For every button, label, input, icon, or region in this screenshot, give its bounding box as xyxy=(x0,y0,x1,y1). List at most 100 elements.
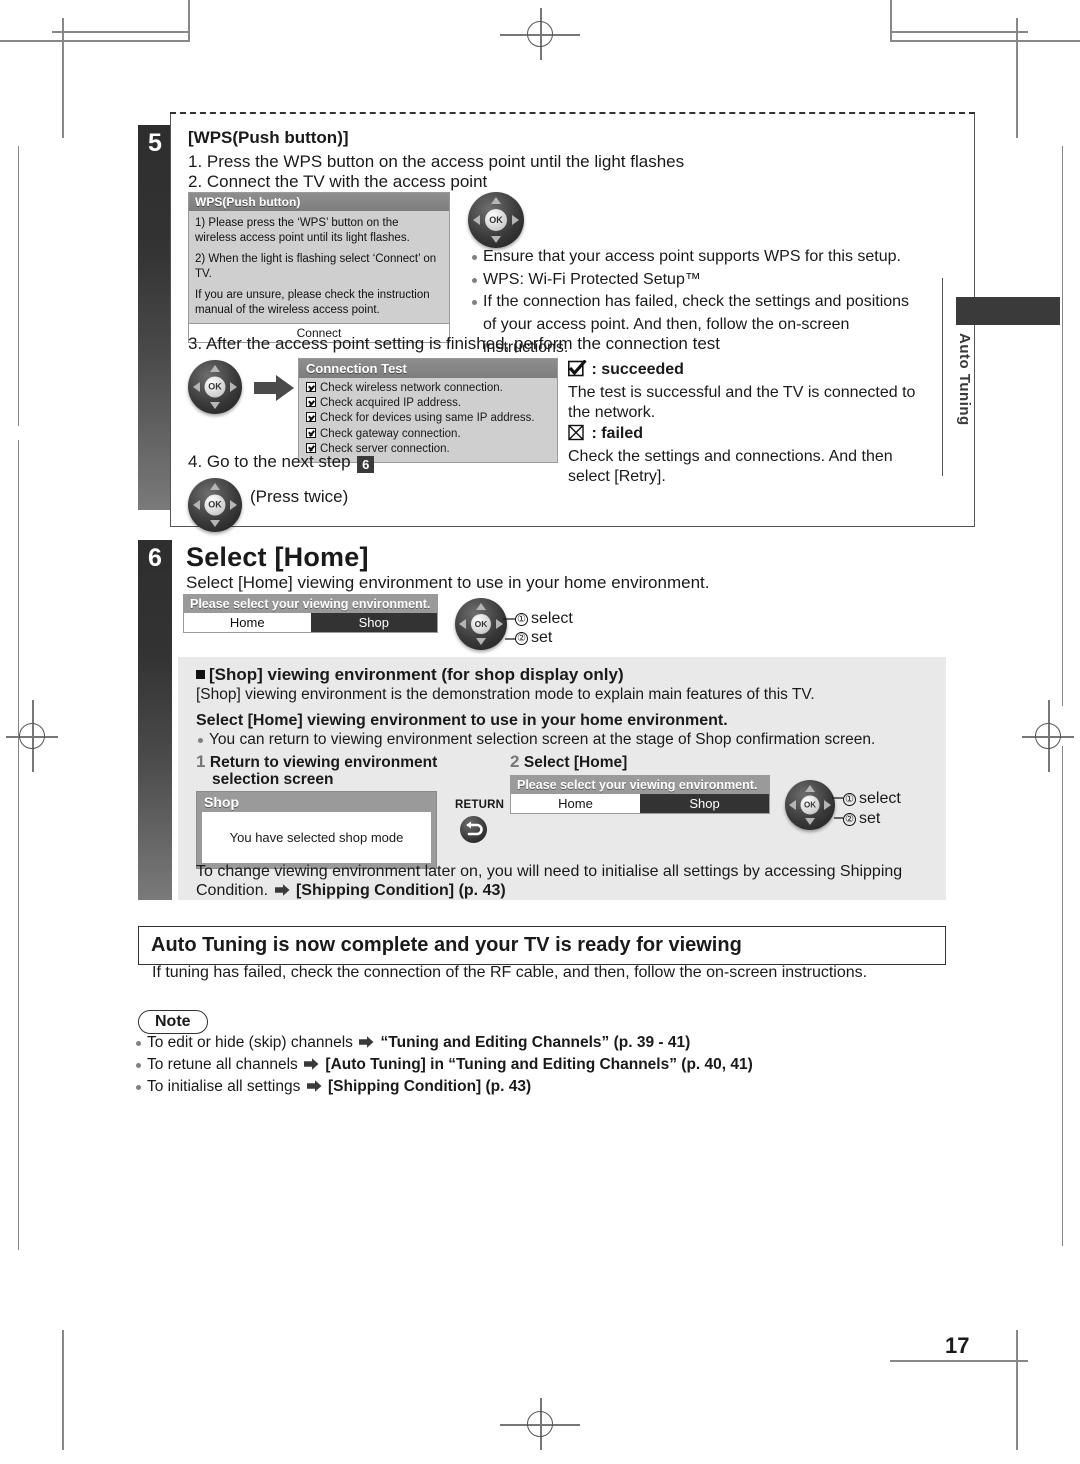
trim-line xyxy=(1062,746,1064,1246)
callout-number-2b: ② xyxy=(843,813,856,826)
crop-mark xyxy=(890,0,892,42)
dpad-right-arrow xyxy=(824,800,831,810)
right-arrow-icon xyxy=(254,375,294,406)
ve-option-shop[interactable]: Shop xyxy=(310,613,437,632)
dpad-icon-2[interactable]: OK xyxy=(188,360,242,414)
dpad-ok-button[interactable]: OK xyxy=(471,614,491,634)
trim-line xyxy=(18,146,20,426)
checkbox-checked-icon xyxy=(306,427,316,438)
side-tab-block xyxy=(956,297,1060,325)
dpad-hint-select-label-2: select xyxy=(859,790,901,807)
ve-options-2: Home Shop xyxy=(511,794,769,813)
shop-confirmation-dialog: Shop You have selected shop mode xyxy=(196,791,437,869)
shop-section-bullets: You can return to viewing environment se… xyxy=(196,729,896,751)
ve-option-shop-2[interactable]: Shop xyxy=(640,794,769,813)
arrow-right-small-icon xyxy=(304,1058,319,1070)
viewing-environment-dialog-2: Please select your viewing environment. … xyxy=(510,775,770,814)
dpad-right-arrow xyxy=(512,215,519,225)
dpad-right-arrow xyxy=(230,500,237,510)
crop-mark xyxy=(890,31,1028,33)
shop-section-desc: [Shop] viewing environment is the demons… xyxy=(196,686,815,703)
dpad-down-arrow xyxy=(491,236,501,243)
dpad-icon-1[interactable]: OK xyxy=(468,192,524,248)
succeeded-text: The test is successful and the TV is con… xyxy=(568,384,916,422)
step-5-dashed-border xyxy=(170,112,975,114)
note-item-bold: [Shipping Condition] (p. 43) xyxy=(327,1078,532,1095)
wps-line-2: 2. Connect the TV with the access point xyxy=(188,172,488,191)
shop-dialog-body: You have selected shop mode xyxy=(202,812,431,863)
dpad-hint-select-2: ① select xyxy=(843,789,901,809)
ve-option-home-2[interactable]: Home xyxy=(511,794,640,813)
dpad-icon-3[interactable]: OK xyxy=(188,478,242,532)
dpad-ok-button[interactable]: OK xyxy=(485,209,507,231)
dpad-down-arrow xyxy=(476,638,486,645)
shop-item-2-heading: 2 Select [Home] xyxy=(510,751,627,773)
connection-test-items: Check wireless network connection. Check… xyxy=(299,378,557,462)
ve-options: Home Shop xyxy=(184,613,437,632)
crop-mark xyxy=(0,40,190,42)
dpad-up-arrow xyxy=(476,603,486,610)
shop-section-heading-label: [Shop] viewing environment (for shop dis… xyxy=(209,665,624,684)
dpad-hint-select-1: ① select xyxy=(515,609,573,629)
dpad-down-arrow xyxy=(210,402,220,409)
note-item-bold: [Auto Tuning] in “Tuning and Editing Cha… xyxy=(325,1056,753,1073)
wps-dialog-body: 1) Please press the ‘WPS’ button on the … xyxy=(189,211,449,323)
viewing-environment-dialog-1: Please select your viewing environment. … xyxy=(183,594,438,633)
shop-section-bullet-item: You can return to viewing environment se… xyxy=(196,729,896,751)
dpad-ok-button[interactable]: OK xyxy=(204,376,226,398)
note-item: To initialise all settings [Shipping Con… xyxy=(134,1076,954,1098)
note-item: To edit or hide (skip) channels “Tuning … xyxy=(134,1032,954,1054)
dpad-icon-4[interactable]: OK xyxy=(455,598,507,650)
right-arrow-svg xyxy=(254,375,294,401)
press-twice-label: (Press twice) xyxy=(250,487,349,506)
page-number: 17 xyxy=(945,1333,970,1358)
connection-test-item: Check wireless network connection. xyxy=(306,381,550,396)
connection-test-title: Connection Test xyxy=(299,359,557,378)
return-icon[interactable] xyxy=(460,816,487,843)
side-divider xyxy=(942,278,943,476)
dpad-icon-5[interactable]: OK xyxy=(785,780,835,830)
note-item-bold: “Tuning and Editing Channels” (p. 39 - 4… xyxy=(380,1034,691,1051)
dpad-right-arrow xyxy=(230,382,237,392)
registration-mark xyxy=(500,1398,580,1450)
crop-mark xyxy=(1016,1330,1018,1450)
connection-test-item: Check gateway connection. xyxy=(306,427,550,442)
ve-option-home[interactable]: Home xyxy=(184,613,311,632)
connection-test-item-label: Check acquired IP address. xyxy=(320,397,462,410)
crop-mark xyxy=(188,0,190,42)
connection-test-item-label: Check gateway connection. xyxy=(320,427,461,440)
wps-line-4: 4. Go to the next step 6 xyxy=(188,451,376,473)
callout-number-2: ② xyxy=(515,632,528,645)
connection-test-item-label: Check for devices using same IP address. xyxy=(320,412,535,425)
shop-item-2-number: 2 xyxy=(510,752,520,771)
connection-test-item: Check acquired IP address. xyxy=(306,396,550,411)
dpad-left-arrow xyxy=(789,800,796,810)
dpad-ok-button[interactable]: OK xyxy=(204,494,226,516)
step-6-badge: 6 xyxy=(138,540,172,900)
dpad-ok-button[interactable]: OK xyxy=(800,795,820,815)
crop-mark xyxy=(62,1330,64,1450)
step-6-number: 6 xyxy=(148,544,162,572)
dpad-left-arrow xyxy=(473,215,480,225)
succeeded-row: : succeeded xyxy=(568,359,684,380)
dpad-hint-select-label: select xyxy=(531,610,573,627)
shop-item-2-label: Select [Home] xyxy=(523,754,628,771)
step-6-ref-badge: 6 xyxy=(357,456,375,473)
trim-line xyxy=(18,440,20,1250)
connection-test-item: Check for devices using same IP address. xyxy=(306,411,550,426)
connection-test-dialog: Connection Test Check wireless network c… xyxy=(298,358,558,463)
completion-banner-label: Auto Tuning is now complete and your TV … xyxy=(151,934,742,956)
bullet-square-icon xyxy=(196,670,205,679)
dpad-up-arrow xyxy=(805,785,815,792)
failed-text: Check the settings and connections. And … xyxy=(568,448,893,486)
dpad-hint-set-1: ② set xyxy=(515,628,552,648)
dpad-left-arrow xyxy=(459,619,466,629)
note-pill: Note xyxy=(138,1010,208,1034)
note-item-plain: To initialise all settings xyxy=(147,1078,301,1095)
note-list: To edit or hide (skip) channels “Tuning … xyxy=(134,1032,954,1098)
return-arrow-svg xyxy=(466,821,483,836)
failed-row: : failed xyxy=(568,424,643,444)
wps-line-4-text: 4. Go to the next step xyxy=(188,452,351,471)
wps-note-item: Ensure that your access point supports W… xyxy=(470,246,920,269)
shipping-condition-ref: [Shipping Condition] (p. 43) xyxy=(295,882,506,899)
